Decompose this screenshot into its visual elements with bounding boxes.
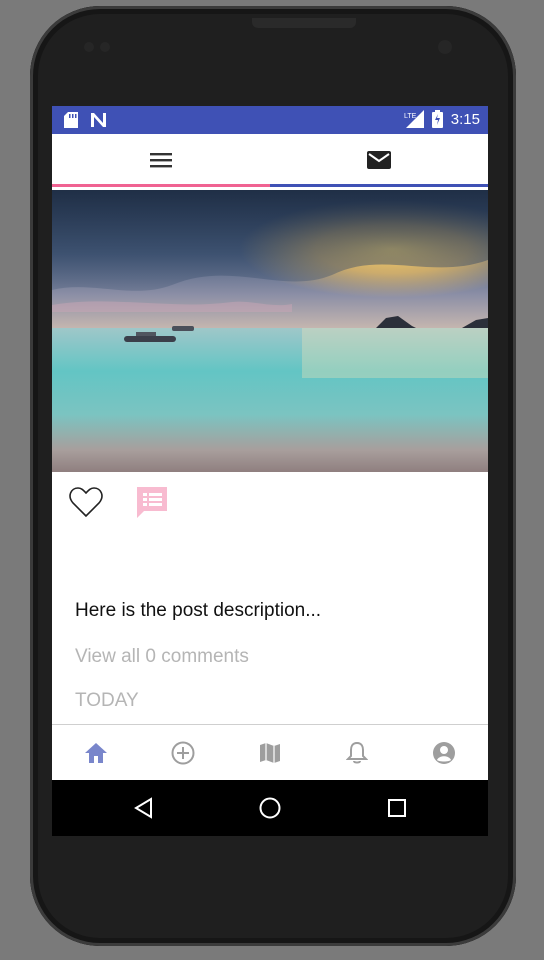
app-screen: LTE 3:15 Here is the post description...…: [52, 106, 488, 836]
tab-indicator-active: [52, 184, 270, 187]
nav-home[interactable]: [52, 725, 139, 781]
tab-indicator-inactive: [270, 184, 488, 187]
status-bar: LTE 3:15: [52, 106, 488, 134]
account-icon: [432, 742, 455, 764]
phone-sensor: [84, 42, 94, 52]
phone-speaker: [252, 18, 356, 28]
battery-icon: [431, 110, 443, 128]
add-circle-icon: [171, 741, 194, 765]
heart-outline-icon: [69, 487, 103, 518]
tab-messages[interactable]: [270, 134, 488, 186]
sd-card-icon: [64, 112, 78, 128]
map-icon: [259, 743, 280, 763]
back-button[interactable]: [70, 780, 215, 836]
menu-icon: [150, 153, 172, 168]
back-icon: [133, 797, 152, 819]
tab-menu[interactable]: [52, 134, 270, 186]
phone-sensor: [100, 42, 110, 52]
mail-icon: [367, 151, 391, 169]
post-date: TODAY: [75, 690, 139, 711]
nav-map[interactable]: [226, 725, 313, 781]
seascape-image: [52, 190, 488, 472]
post-actions: [52, 476, 488, 536]
nav-profile[interactable]: [400, 725, 487, 781]
recents-square-icon: [387, 799, 406, 817]
system-navigation-bar: [52, 780, 488, 836]
post-image[interactable]: [52, 190, 488, 472]
signal-icon: LTE: [404, 110, 424, 128]
home-system-button[interactable]: [197, 780, 342, 836]
front-camera: [438, 40, 452, 54]
svg-text:LTE: LTE: [404, 113, 417, 120]
like-button[interactable]: [68, 484, 104, 520]
nav-notifications[interactable]: [313, 725, 400, 781]
nav-add-post[interactable]: [139, 725, 226, 781]
status-time: 3:15: [450, 110, 480, 128]
n-notification-icon: [91, 113, 106, 127]
home-icon: [84, 743, 107, 763]
comment-button[interactable]: [134, 484, 170, 520]
home-circle-icon: [259, 797, 280, 819]
post-description: Here is the post description...: [75, 600, 322, 621]
bell-icon: [345, 741, 368, 764]
bottom-navigation: [52, 724, 488, 781]
recents-button[interactable]: [324, 780, 469, 836]
comment-icon: [137, 487, 167, 518]
view-comments-link[interactable]: View all 0 comments: [75, 646, 249, 668]
top-tab-bar: [52, 134, 488, 186]
